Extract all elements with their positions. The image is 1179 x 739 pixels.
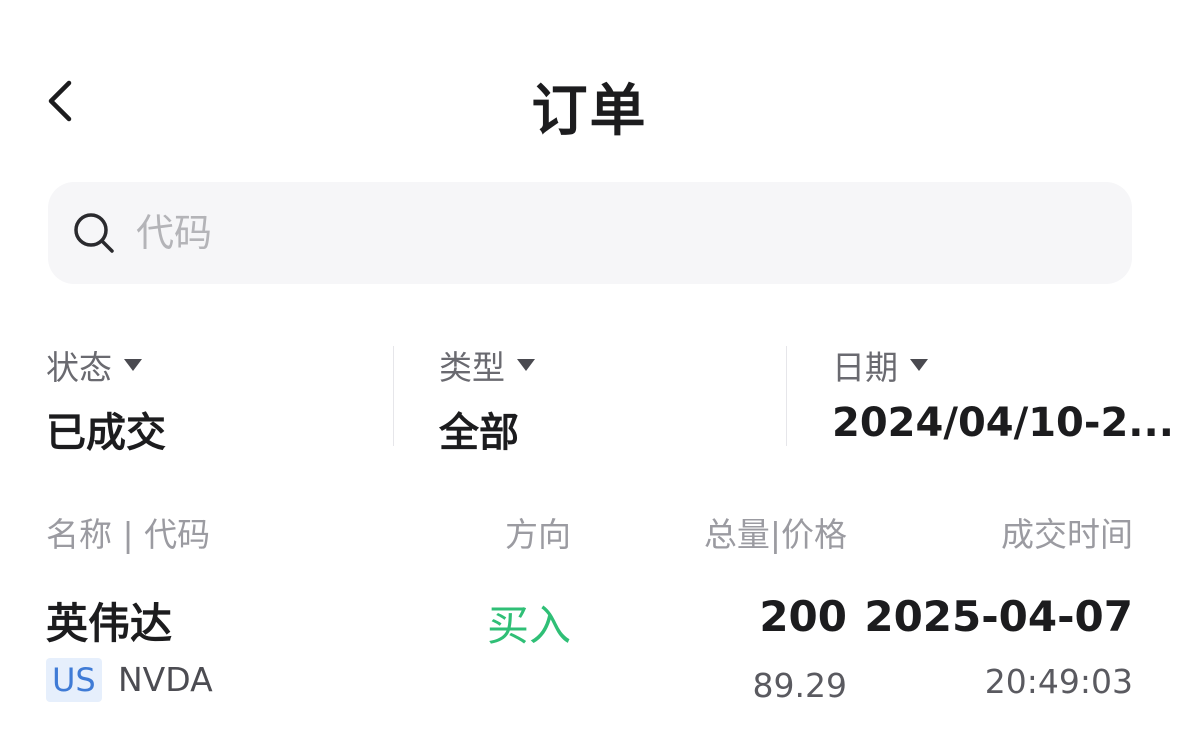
- caret-down-icon: [124, 359, 142, 371]
- order-direction: 买入: [486, 601, 571, 650]
- search-input[interactable]: [136, 203, 1132, 263]
- trade-date: 2025-04-07: [864, 592, 1133, 641]
- column-header-direction: 方向: [505, 515, 571, 554]
- market-badge: US: [46, 658, 102, 702]
- filter-date-label: 日期: [832, 348, 898, 387]
- column-header-name-code: 名称 | 代码: [46, 515, 211, 554]
- caret-down-icon: [517, 359, 535, 371]
- filter-date[interactable]: 日期 2024/04/10-2...: [832, 340, 1174, 450]
- orders-page: 订单 状态 已成交 类型 全部: [0, 0, 1179, 739]
- stock-name: 英伟达: [46, 599, 173, 648]
- search-icon: [72, 211, 116, 255]
- order-price: 89.29: [752, 666, 847, 705]
- filter-type[interactable]: 类型 全部: [439, 340, 769, 456]
- filter-bar: 状态 已成交 类型 全部 日期 2024/04/10-2...: [0, 340, 1179, 456]
- page-title: 订单: [531, 79, 648, 144]
- filter-status-value: 已成交: [46, 410, 166, 456]
- filter-divider: [393, 346, 394, 446]
- caret-down-icon: [910, 359, 928, 371]
- search-bar[interactable]: [48, 182, 1132, 284]
- stock-code: NVDA: [118, 660, 213, 699]
- column-header-quantity-price: 总量|价格: [703, 515, 847, 554]
- filter-date-value: 2024/04/10-2...: [832, 400, 1174, 446]
- filter-status-label: 状态: [46, 348, 112, 387]
- column-header-trade-time: 成交时间: [1001, 515, 1133, 554]
- filter-divider: [786, 346, 787, 446]
- filter-status[interactable]: 状态 已成交: [46, 340, 376, 456]
- trade-time: 20:49:03: [984, 662, 1133, 701]
- order-row[interactable]: 英伟达 US NVDA 买入 200 89.29 2025-04-07 20:4…: [0, 580, 1179, 710]
- filter-type-value: 全部: [439, 410, 519, 456]
- filter-type-label: 类型: [439, 348, 505, 387]
- order-quantity: 200: [759, 592, 847, 641]
